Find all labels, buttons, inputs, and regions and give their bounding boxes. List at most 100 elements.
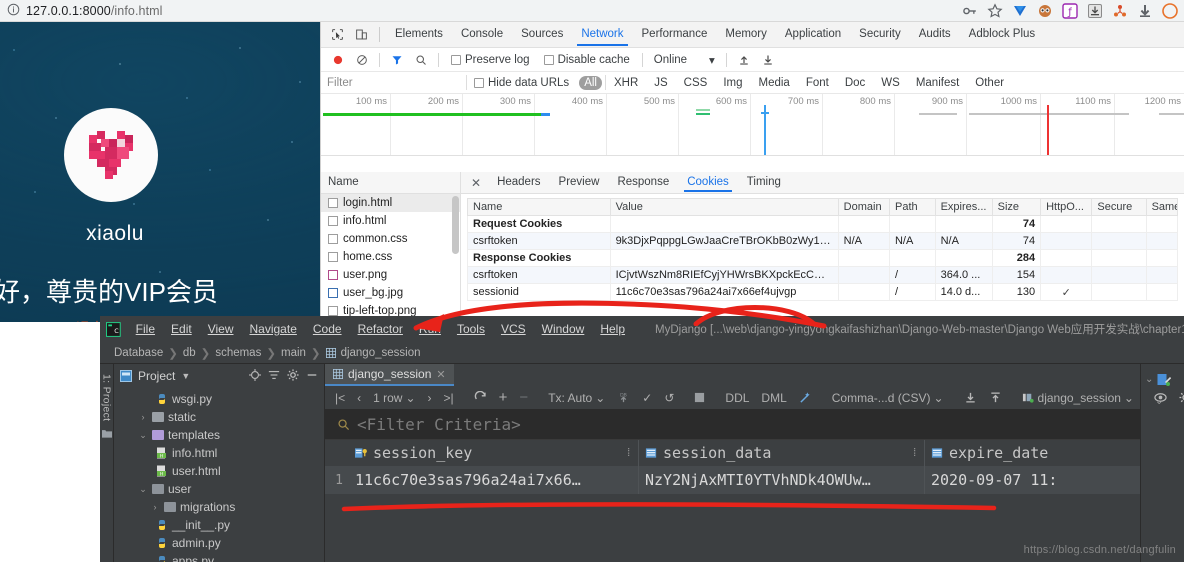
filter-input[interactable]: Filter xyxy=(321,77,466,89)
tree-item-admin-py[interactable]: admin.py xyxy=(114,534,324,552)
preserve-log-toggle[interactable]: Preserve log xyxy=(444,54,537,66)
table-row[interactable]: csrftoken 9k3DjxPqppgLGwJaaCreTBrOKbB0zW… xyxy=(467,232,1179,250)
type-filter-ws[interactable]: WS xyxy=(876,76,905,90)
datasource-select[interactable]: django_session ⌄ xyxy=(1016,391,1140,405)
cell-session-data[interactable]: NzY2NjAxMTI0YTVhNDk4OWUw… xyxy=(639,466,925,494)
chevron-down-icon[interactable]: ⌄ xyxy=(138,430,148,441)
purple-script-icon[interactable]: ƒ xyxy=(1062,2,1078,19)
col-domain[interactable]: Domain xyxy=(837,198,890,216)
grid-col-expire-date[interactable]: expire_date xyxy=(925,440,1135,466)
key-icon[interactable] xyxy=(962,3,978,19)
chevron-right-icon[interactable]: › xyxy=(138,412,148,422)
tab-application[interactable]: Application xyxy=(776,23,850,46)
reload-icon[interactable] xyxy=(468,391,493,404)
download-box-icon[interactable] xyxy=(1087,3,1103,19)
close-icon[interactable]: ✕ xyxy=(464,176,488,190)
import-icon[interactable] xyxy=(958,391,983,404)
type-filter-other[interactable]: Other xyxy=(970,76,1009,90)
gear-icon[interactable] xyxy=(1173,391,1184,404)
request-row-home-css[interactable]: home.css xyxy=(321,248,460,266)
cell-expire-date[interactable]: 2020-09-07 11: xyxy=(925,466,1135,494)
menu-run[interactable]: Run xyxy=(411,322,449,336)
device-toolbar-icon[interactable] xyxy=(349,23,373,47)
tree-item-static[interactable]: › static xyxy=(114,408,324,426)
type-filter-all[interactable]: All xyxy=(579,75,602,90)
menu-edit[interactable]: Edit xyxy=(163,322,200,336)
tree-item-wsgi-py[interactable]: wsgi.py xyxy=(114,390,324,408)
menu-navigate[interactable]: Navigate xyxy=(242,322,305,336)
request-row-user-bg-jpg[interactable]: user_bg.jpg xyxy=(321,284,460,302)
menu-vcs[interactable]: VCS xyxy=(493,322,534,336)
tab-elements[interactable]: Elements xyxy=(386,23,452,46)
hide-icon[interactable] xyxy=(306,369,318,384)
transaction-mode-select[interactable]: Tx: Auto ⌄ xyxy=(542,391,611,405)
col-name[interactable]: Name xyxy=(467,198,611,216)
tab-performance[interactable]: Performance xyxy=(633,23,717,46)
col-secure[interactable]: Secure xyxy=(1091,198,1147,216)
folder-icon[interactable] xyxy=(101,429,112,441)
table-row[interactable]: csrftoken ICjvtWszNm8RIEfCyjYHWrsBKXpckE… xyxy=(467,266,1179,284)
vimeo-icon[interactable] xyxy=(1012,3,1028,19)
export-format-select[interactable]: Comma-...d (CSV) ⌄ xyxy=(826,391,950,405)
request-row-user-png[interactable]: user.png xyxy=(321,266,460,284)
next-row-button[interactable]: › xyxy=(422,391,438,405)
record-circle-icon[interactable] xyxy=(326,48,350,72)
table-row[interactable]: sessionid 11c6c70e3sas796a24ai7x66ef4ujv… xyxy=(467,283,1179,301)
rail-project-label[interactable]: 1: Project xyxy=(101,374,113,421)
monkey-icon[interactable] xyxy=(1037,3,1053,19)
type-filter-css[interactable]: CSS xyxy=(679,76,713,90)
commit-button[interactable]: ✓ xyxy=(636,391,658,405)
tab-adblock-plus[interactable]: Adblock Plus xyxy=(960,23,1044,46)
sort-icon[interactable]: ⁞ xyxy=(625,446,632,460)
col-expires[interactable]: Expires... xyxy=(934,198,993,216)
type-filter-js[interactable]: JS xyxy=(649,76,672,90)
breadcrumb-database[interactable]: Database xyxy=(114,347,163,359)
col-httponly[interactable]: HttpO... xyxy=(1040,198,1093,216)
detail-tab-cookies[interactable]: Cookies xyxy=(678,173,738,192)
tab-sources[interactable]: Sources xyxy=(512,23,572,46)
close-icon[interactable]: ✕ xyxy=(436,368,445,381)
grid-col-session-key[interactable]: session_key ⁞ xyxy=(349,440,639,466)
profile-avatar-icon[interactable] xyxy=(1162,2,1178,19)
tree-item-init-py[interactable]: __init__.py xyxy=(114,516,324,534)
share-icon[interactable] xyxy=(1112,3,1128,19)
export-icon[interactable] xyxy=(983,391,1008,404)
cell-session-key[interactable]: 11c6c70e3sas796a24ai7x66… xyxy=(349,466,639,494)
remove-row-button[interactable]: − xyxy=(513,389,534,406)
gear-icon[interactable] xyxy=(287,368,299,384)
menu-view[interactable]: View xyxy=(200,322,242,336)
type-filter-img[interactable]: Img xyxy=(718,76,747,90)
sort-icon[interactable]: ⁞ xyxy=(911,446,918,460)
info-circle-icon[interactable] xyxy=(0,3,26,19)
project-title[interactable]: Project xyxy=(138,369,175,383)
filter-criteria-input[interactable]: <Filter Criteria> xyxy=(325,410,1140,440)
menu-window[interactable]: Window xyxy=(534,322,593,336)
menu-refactor[interactable]: Refactor xyxy=(350,322,411,336)
type-filter-font[interactable]: Font xyxy=(801,76,834,90)
request-row-info-html[interactable]: info.html xyxy=(321,212,460,230)
tab-console[interactable]: Console xyxy=(452,23,512,46)
grid-col-session-data[interactable]: session_data ⁞ xyxy=(639,440,925,466)
breadcrumb-main[interactable]: main xyxy=(281,347,306,359)
table-row[interactable]: Request Cookies 74 xyxy=(467,215,1179,233)
col-size[interactable]: Size xyxy=(991,198,1042,216)
address-bar[interactable]: 127.0.0.1:8000/info.html xyxy=(26,4,163,18)
preserve-log-checkbox[interactable] xyxy=(451,54,461,65)
type-filter-media[interactable]: Media xyxy=(754,76,795,90)
detail-tab-headers[interactable]: Headers xyxy=(488,173,549,192)
target-icon[interactable] xyxy=(249,368,261,384)
editor-tab-django-session[interactable]: django_session ✕ xyxy=(325,364,454,386)
tree-item-templates[interactable]: ⌄ templates xyxy=(114,426,324,444)
magic-icon[interactable] xyxy=(793,391,818,404)
tab-network[interactable]: Network xyxy=(572,23,632,46)
add-row-button[interactable]: + xyxy=(493,389,514,406)
tree-item-user-html[interactable]: H user.html xyxy=(114,462,324,480)
first-row-button[interactable]: |< xyxy=(329,391,351,405)
import-har-icon[interactable] xyxy=(732,48,756,72)
last-row-button[interactable]: >| xyxy=(438,391,460,405)
tree-item-info-html[interactable]: H info.html xyxy=(114,444,324,462)
prev-row-button[interactable]: ‹ xyxy=(351,391,367,405)
menu-code[interactable]: Code xyxy=(305,322,350,336)
hide-data-urls-checkbox[interactable] xyxy=(474,77,484,88)
detail-tab-preview[interactable]: Preview xyxy=(550,173,609,192)
